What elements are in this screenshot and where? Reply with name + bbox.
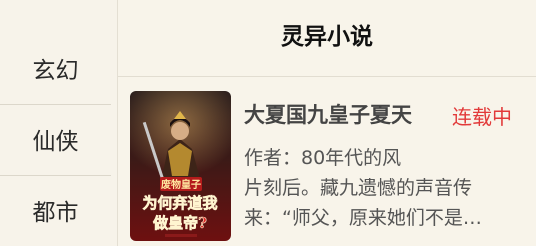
book-list-item[interactable]: 废物皇子 为何弃道我 做皇帝? 大夏国九皇子夏天 连载中 作者：80年代的风 片… (118, 77, 536, 246)
book-title[interactable]: 大夏国九皇子夏天 (244, 99, 412, 129)
section-title: 灵异小说 (281, 24, 373, 50)
category-sidebar: 玄幻 仙侠 都市 (0, 0, 118, 246)
cover-main-text-line2: 做皇帝? (152, 214, 207, 232)
main-content: 灵异小说 废物皇子 为何弃道我 做皇帝? 大夏国九皇子夏天 连载中 作者：80年… (118, 0, 536, 246)
book-status-badge: 连载中 (452, 105, 512, 129)
cover-main-text-line1: 为何弃道我 (142, 194, 217, 212)
section-header: 灵异小说 (118, 0, 536, 77)
book-cover-image[interactable]: 废物皇子 为何弃道我 做皇帝? (130, 91, 231, 241)
cover-top-text: 废物皇子 (161, 178, 201, 191)
category-item-xianxia[interactable]: 仙侠 (0, 103, 111, 176)
app-root: 玄幻 仙侠 都市 灵异小说 废物皇子 为何弃道我 做皇帝? 大夏国九皇子夏天 连… (0, 0, 536, 246)
book-author: 作者：80年代的风 (244, 147, 402, 169)
category-label: 都市 (32, 200, 79, 226)
book-description: 片刻后。藏九遗憾的声音传来：“师父，原来她们不是… (244, 177, 482, 229)
category-item-xuanhuan[interactable]: 玄幻 (0, 32, 111, 105)
category-label: 玄幻 (32, 58, 79, 84)
category-label: 仙侠 (32, 129, 79, 155)
category-item-dushi[interactable]: 都市 (0, 174, 111, 246)
